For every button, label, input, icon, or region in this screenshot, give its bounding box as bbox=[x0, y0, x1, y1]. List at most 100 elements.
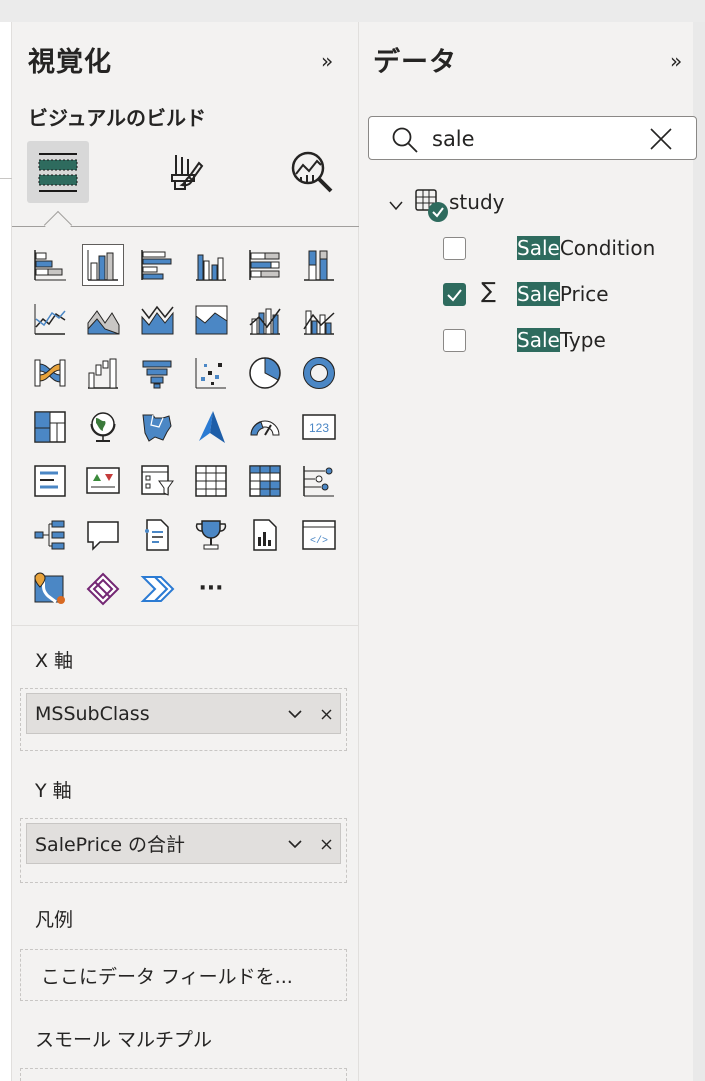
active-tab-notch bbox=[43, 210, 73, 240]
canvas-tick bbox=[0, 178, 12, 179]
x-axis-label: X 軸 bbox=[35, 650, 74, 672]
line-chart-icon[interactable] bbox=[29, 298, 71, 340]
clear-search-close-icon[interactable] bbox=[649, 127, 673, 155]
paint-brush-icon bbox=[171, 155, 204, 190]
field-saleprice[interactable]: SalePrice bbox=[517, 282, 609, 306]
multi-row-card-icon[interactable] bbox=[29, 460, 71, 502]
power-automate-icon[interactable] bbox=[136, 568, 178, 610]
map-globe-icon[interactable] bbox=[82, 406, 124, 448]
visualizations-tabbar bbox=[12, 141, 359, 240]
decomposition-tree-icon[interactable] bbox=[29, 514, 71, 556]
table-collapse-chevron-icon[interactable] bbox=[389, 196, 403, 215]
matrix-icon[interactable] bbox=[244, 460, 286, 502]
report-canvas-edge bbox=[0, 22, 12, 1081]
clustered-column-chart-icon[interactable] bbox=[190, 244, 232, 286]
search-match-highlight: Sale bbox=[517, 328, 560, 352]
checkmark-icon bbox=[447, 289, 462, 302]
field-name-rest: Type bbox=[559, 328, 606, 352]
card-icon[interactable]: 123 bbox=[298, 406, 340, 448]
more-visuals-icon[interactable]: ··· bbox=[190, 568, 232, 610]
search-match-highlight: Sale bbox=[517, 282, 560, 306]
build-visual-heading: ビジュアルのビルド bbox=[28, 106, 206, 130]
scatter-chart-icon[interactable] bbox=[190, 352, 232, 394]
x-axis-well[interactable]: MSSubClass bbox=[20, 688, 347, 751]
format-visual-tab[interactable] bbox=[155, 141, 217, 203]
key-influencers-icon[interactable] bbox=[298, 460, 340, 502]
search-value: sale bbox=[432, 127, 475, 151]
y-axis-label: Y 軸 bbox=[35, 780, 72, 802]
power-apps-icon[interactable] bbox=[82, 568, 124, 610]
sigma-sum-icon: ∑ bbox=[481, 279, 496, 304]
azure-map-icon[interactable] bbox=[190, 406, 232, 448]
stacked-area-chart-icon[interactable] bbox=[136, 298, 178, 340]
build-visual-tab[interactable] bbox=[27, 141, 89, 203]
data-title: データ bbox=[373, 47, 457, 78]
funnel-chart-icon[interactable] bbox=[136, 352, 178, 394]
y-axis-remove-close-icon[interactable] bbox=[317, 835, 335, 853]
waterfall-chart-icon[interactable] bbox=[82, 352, 124, 394]
metrics-icon[interactable] bbox=[190, 514, 232, 556]
y-axis-well[interactable]: SalePrice の合計 bbox=[20, 818, 347, 883]
field-salecondition[interactable]: SaleCondition bbox=[517, 236, 655, 260]
y-axis-field-name: SalePrice の合計 bbox=[35, 834, 186, 856]
ribbon-chart-icon[interactable] bbox=[29, 352, 71, 394]
pane-divider bbox=[12, 625, 359, 626]
smart-narrative-icon[interactable] bbox=[136, 514, 178, 556]
arcgis-map-icon[interactable] bbox=[29, 568, 71, 610]
more-visuals-label: ··· bbox=[198, 576, 224, 601]
donut-chart-icon[interactable] bbox=[298, 352, 340, 394]
stacked-bar-chart-icon[interactable] bbox=[29, 244, 71, 286]
field-name-rest: Condition bbox=[559, 236, 656, 260]
x-axis-field-name: MSSubClass bbox=[35, 702, 150, 725]
legend-placeholder: ここにデータ フィールドを... bbox=[41, 966, 293, 988]
field-saletype[interactable]: SaleType bbox=[517, 328, 606, 352]
filled-map-icon[interactable] bbox=[136, 406, 178, 448]
legend-label: 凡例 bbox=[35, 909, 74, 931]
legend-well[interactable]: ここにデータ フィールドを... bbox=[20, 949, 347, 1001]
analytics-magnifier-icon bbox=[291, 151, 333, 193]
line-and-clustered-column-icon[interactable] bbox=[298, 298, 340, 340]
clustered-bar-chart-icon[interactable] bbox=[136, 244, 178, 286]
top-strip bbox=[0, 0, 705, 22]
treemap-icon[interactable] bbox=[29, 406, 71, 448]
field-checkbox-saletype[interactable] bbox=[443, 329, 466, 352]
x-axis-chevron-down-icon[interactable] bbox=[285, 705, 305, 723]
svg-text:</>: </> bbox=[310, 535, 328, 547]
x-axis-remove-close-icon[interactable] bbox=[317, 705, 335, 723]
python-visual-icon[interactable]: </> bbox=[298, 514, 340, 556]
100-stacked-area-chart-icon[interactable] bbox=[190, 298, 232, 340]
svg-text:123: 123 bbox=[309, 421, 329, 435]
slicer-icon[interactable] bbox=[136, 460, 178, 502]
gauge-icon[interactable] bbox=[244, 406, 286, 448]
field-name-rest: Price bbox=[559, 282, 609, 306]
qa-icon[interactable] bbox=[82, 514, 124, 556]
x-axis-field-pill[interactable]: MSSubClass bbox=[26, 693, 341, 734]
visualizations-pane: 視覚化 » ビジュアルのビルド 123 </> ··· X 軸 MSSubCla… bbox=[12, 22, 359, 1081]
area-chart-icon[interactable] bbox=[82, 298, 124, 340]
table-name[interactable]: study bbox=[449, 190, 504, 214]
search-icon bbox=[391, 126, 419, 158]
search-match-highlight: Sale bbox=[517, 236, 560, 260]
stacked-column-chart-icon[interactable] bbox=[82, 244, 124, 286]
kpi-icon[interactable] bbox=[82, 460, 124, 502]
field-checkbox-salecondition[interactable] bbox=[443, 237, 466, 260]
y-axis-field-pill[interactable]: SalePrice の合計 bbox=[26, 823, 341, 864]
expand-data-chevron-icon[interactable]: » bbox=[670, 49, 682, 73]
100-stacked-bar-chart-icon[interactable] bbox=[244, 244, 286, 286]
search-input[interactable]: sale bbox=[368, 116, 697, 160]
data-pane: データ » sale study SaleCondition ∑ SalePri… bbox=[360, 22, 697, 1081]
100-stacked-column-chart-icon[interactable] bbox=[298, 244, 340, 286]
expand-visualizations-chevron-icon[interactable]: » bbox=[321, 49, 333, 73]
field-checkbox-saleprice[interactable] bbox=[443, 283, 466, 306]
window-edge bbox=[693, 22, 705, 1081]
pie-chart-icon[interactable] bbox=[244, 352, 286, 394]
y-axis-chevron-down-icon[interactable] bbox=[285, 835, 305, 853]
visualizations-title: 視覚化 bbox=[28, 47, 112, 78]
table-icon[interactable] bbox=[190, 460, 232, 502]
small-multiples-well[interactable] bbox=[20, 1068, 347, 1081]
analytics-tab[interactable] bbox=[281, 141, 343, 203]
small-multiples-label: スモール マルチプル bbox=[35, 1029, 213, 1051]
build-visual-icon bbox=[38, 153, 78, 192]
paginated-report-icon[interactable] bbox=[244, 514, 286, 556]
line-and-stacked-column-icon[interactable] bbox=[244, 298, 286, 340]
